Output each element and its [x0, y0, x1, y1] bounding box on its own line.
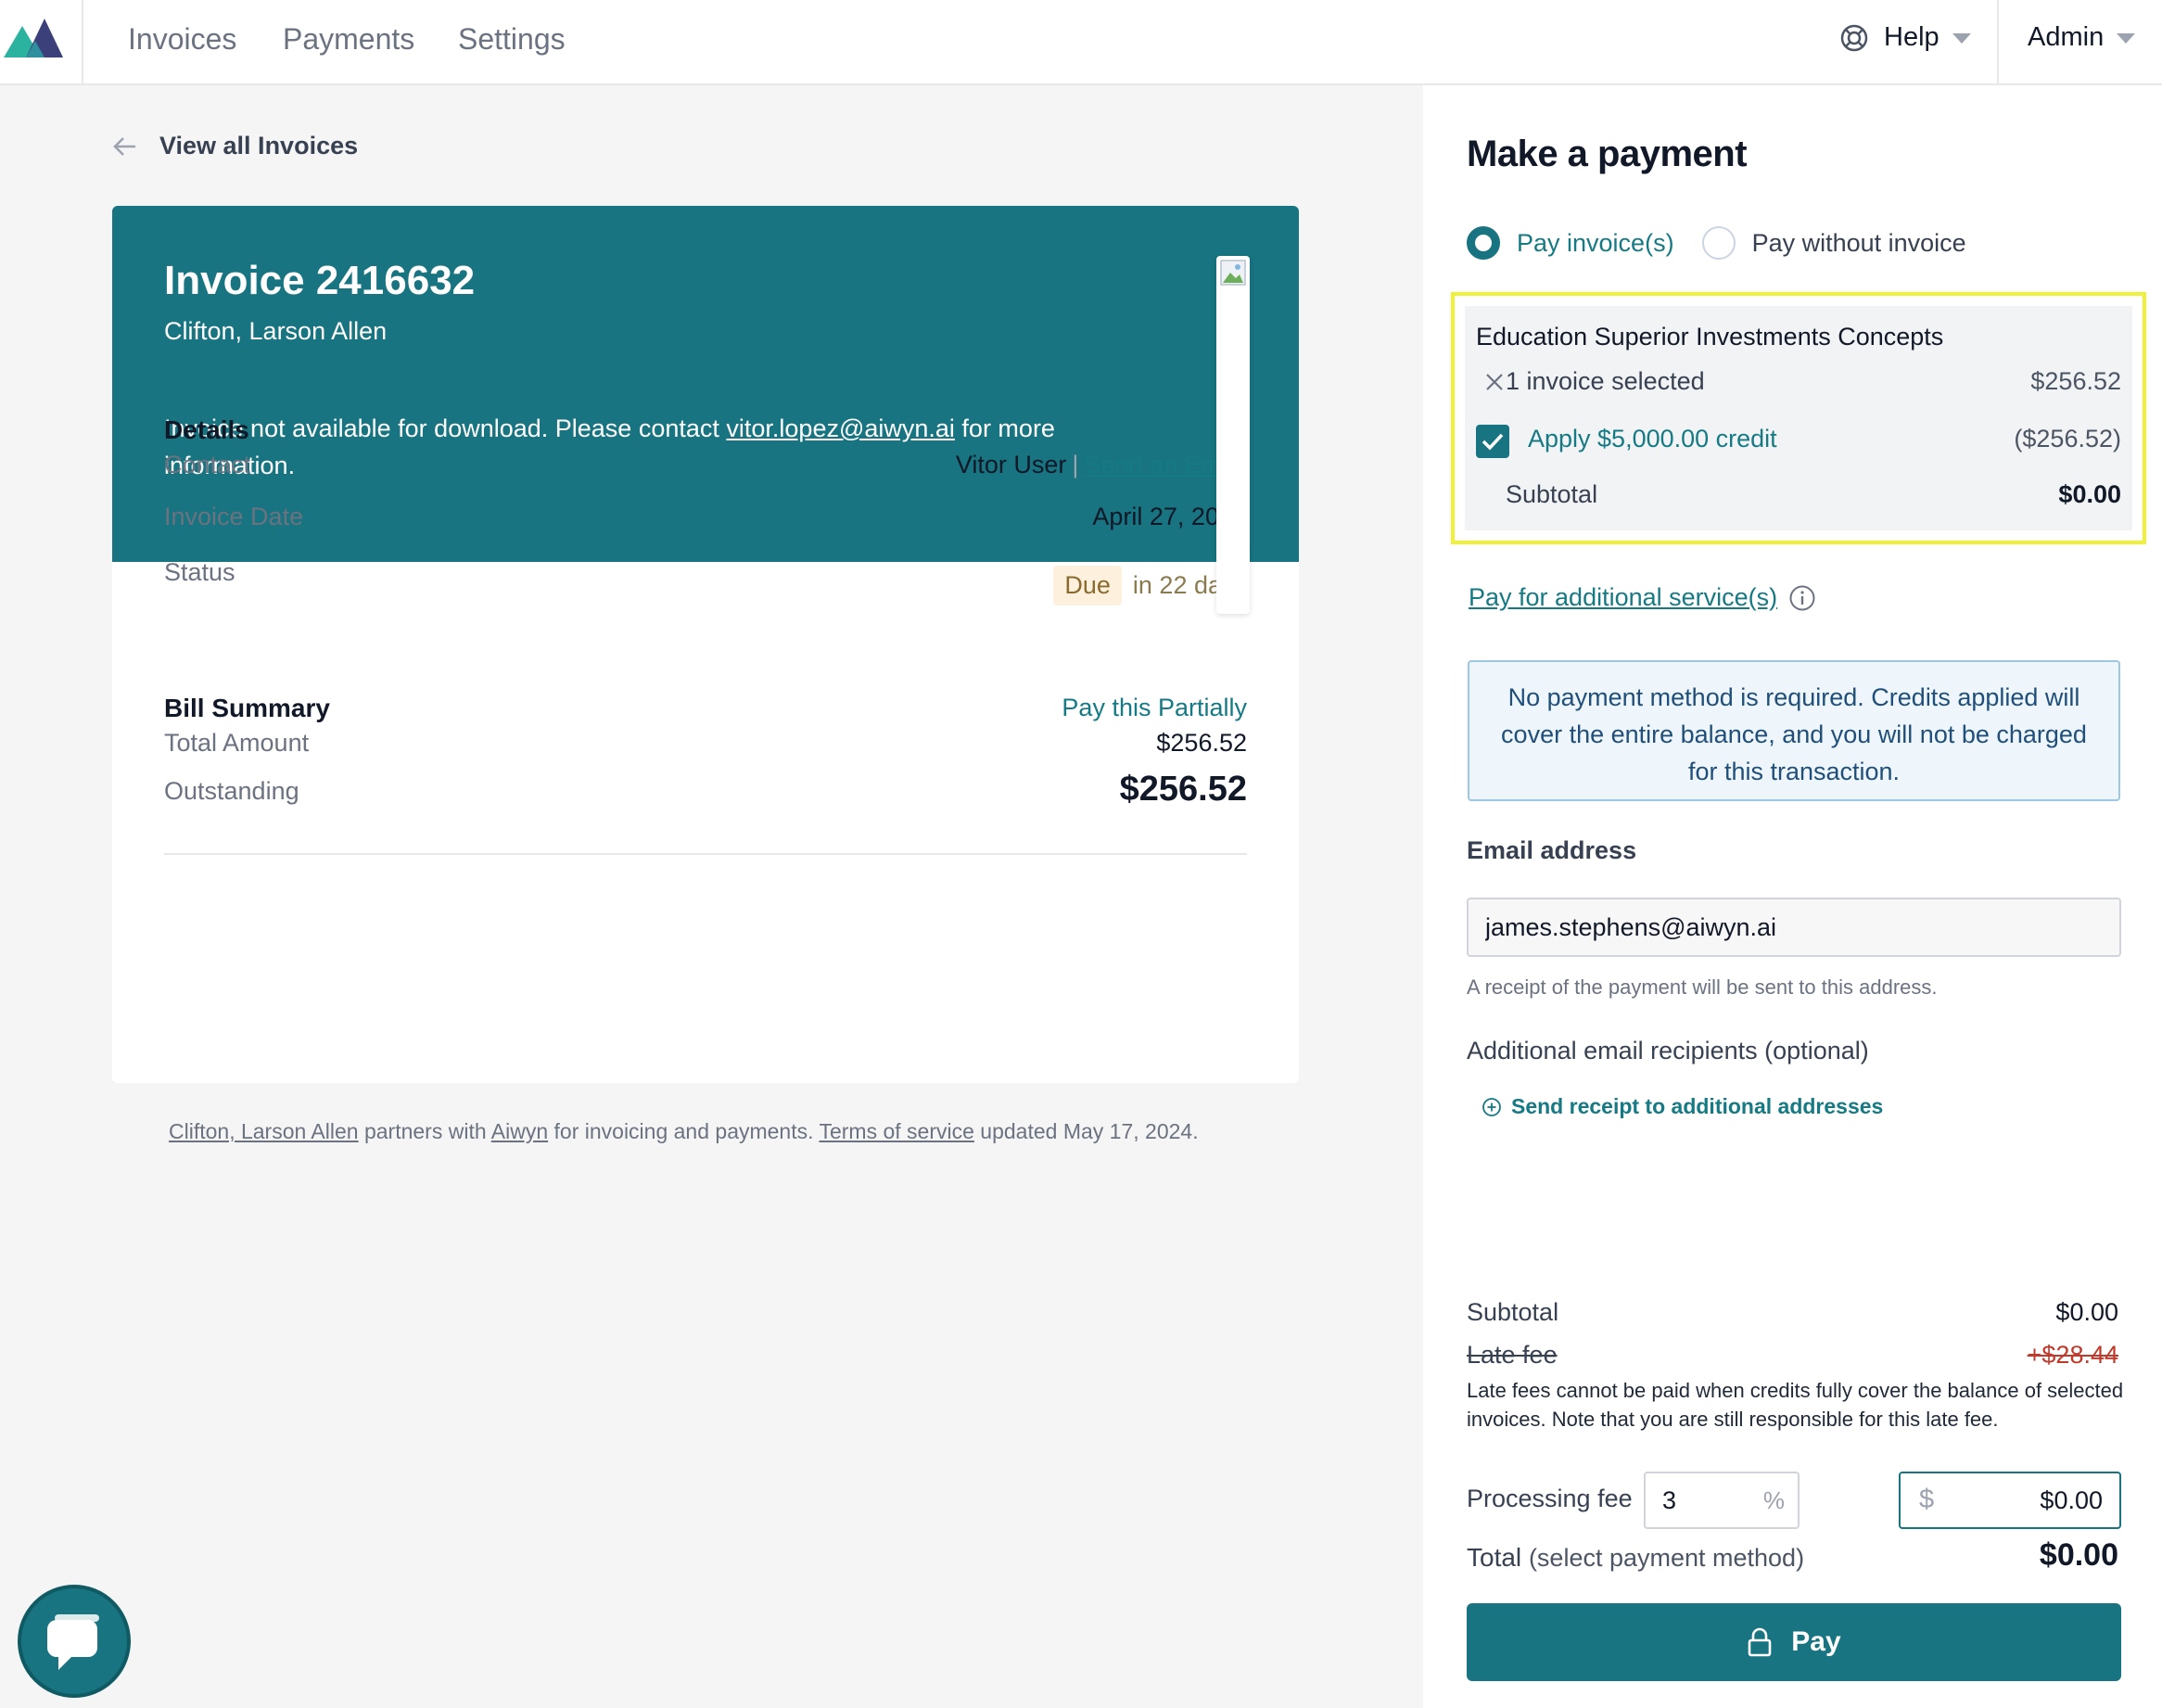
- box-subtotal-value: $0.00: [2058, 480, 2121, 508]
- summary-subtotal-label: Subtotal: [1467, 1298, 1559, 1326]
- total-label: Total (select payment method): [1467, 1543, 1804, 1573]
- firm-link[interactable]: Clifton, Larson Allen: [169, 1119, 359, 1143]
- email-input[interactable]: [1467, 898, 2121, 957]
- footer-text: partners with: [358, 1119, 491, 1143]
- help-label: Help: [1884, 22, 1939, 52]
- status-badge: Due: [1053, 566, 1122, 605]
- apply-credit-checkbox[interactable]: [1476, 425, 1509, 458]
- bill-summary-heading: Bill Summary: [164, 694, 330, 722]
- logo[interactable]: [0, 0, 83, 85]
- apply-credit-label[interactable]: Apply $5,000.00 credit: [1528, 425, 1777, 453]
- contact-value: Vitor User | Send an Email: [956, 451, 1247, 479]
- pay-button[interactable]: Pay: [1467, 1603, 2121, 1681]
- outstanding-label: Outstanding: [164, 777, 299, 805]
- broken-image-icon: [1220, 260, 1246, 286]
- nav-divider: [1997, 0, 1999, 85]
- info-icon[interactable]: [1788, 584, 1816, 612]
- late-fee-value: +$28.44: [2027, 1341, 2118, 1369]
- processing-percent-input[interactable]: 3 %: [1644, 1472, 1800, 1529]
- admin-label: Admin: [2028, 22, 2105, 52]
- checkmark-icon: [1482, 433, 1504, 451]
- footer-text: updated May 17, 2024.: [973, 1119, 1199, 1143]
- invoice-client: Clifton, Larson Allen: [164, 317, 388, 345]
- total-value: $0.00: [2039, 1537, 2118, 1573]
- pay-invoices-label[interactable]: Pay invoice(s): [1517, 229, 1674, 258]
- additional-services-link[interactable]: Pay for additional service(s): [1469, 583, 1816, 612]
- additional-services-label: Pay for additional service(s): [1469, 583, 1778, 611]
- additional-recipients-label: Additional email recipients (optional): [1467, 1037, 1869, 1064]
- box-subtotal-label: Subtotal: [1506, 480, 1598, 508]
- no-payment-required-notice: No payment method is required. Credits a…: [1468, 660, 2120, 801]
- total-amount-label: Total Amount: [164, 729, 310, 757]
- pay-invoices-radio[interactable]: [1467, 226, 1500, 260]
- total-amount-value: $256.52: [1156, 729, 1247, 757]
- payment-panel: Make a payment Pay invoice(s) Pay withou…: [1423, 85, 2162, 1708]
- lifebuoy-icon: [1840, 24, 1868, 51]
- details-heading: Details: [164, 415, 249, 444]
- company-name: Education Superior Investments Concepts: [1476, 323, 1944, 351]
- total-hint: (select payment method): [1528, 1544, 1805, 1572]
- selection-highlight: Education Superior Investments Concepts …: [1451, 292, 2146, 544]
- contact-email-link[interactable]: vitor.lopez@aiwyn.ai: [726, 414, 955, 442]
- contact-label: Contact: [164, 451, 251, 478]
- late-fee-note: Late fees cannot be paid when credits fu…: [1467, 1379, 2124, 1431]
- pay-without-invoice-label[interactable]: Pay without invoice: [1752, 229, 1966, 258]
- percent-icon: %: [1762, 1486, 1785, 1514]
- lock-icon: [1748, 1627, 1772, 1657]
- chevron-down-icon: [1952, 33, 1971, 44]
- invoices-selected-amount: $256.52: [2030, 367, 2121, 395]
- processing-amount-input[interactable]: $ $0.00: [1899, 1472, 2121, 1529]
- processing-amount-value: $0.00: [2040, 1486, 2103, 1514]
- contact-separator: |: [1072, 451, 1079, 478]
- chat-bubble-icon: [47, 1614, 99, 1670]
- nav-payments[interactable]: Payments: [283, 22, 414, 57]
- invoice-card: Invoice 2416632 Clifton, Larson Allen In…: [112, 206, 1299, 1083]
- pay-partially-link[interactable]: Pay this Partially: [1062, 694, 1247, 722]
- arrow-left-icon: [113, 136, 135, 156]
- top-nav: Invoices Payments Settings Help Admin: [0, 0, 2162, 85]
- processing-fee-label: Processing fee: [1467, 1485, 1633, 1512]
- processing-percent-value: 3: [1662, 1486, 1677, 1514]
- invoice-selection-box: Education Superior Investments Concepts …: [1465, 306, 2132, 530]
- send-receipt-label: Send receipt to additional addresses: [1511, 1094, 1884, 1118]
- contact-name: Vitor User: [955, 451, 1067, 478]
- nav-invoices[interactable]: Invoices: [128, 22, 236, 57]
- help-menu[interactable]: Help: [1839, 22, 1971, 53]
- payment-mode-radio-group: Pay invoice(s) Pay without invoice: [1467, 226, 1966, 260]
- email-label: Email address: [1467, 836, 1637, 864]
- summary-subtotal-value: $0.00: [2055, 1298, 2118, 1326]
- logo-icon: [4, 19, 63, 57]
- receipt-hint: A receipt of the payment will be sent to…: [1467, 975, 1938, 999]
- aiwyn-link[interactable]: Aiwyn: [491, 1119, 548, 1143]
- pay-without-invoice-radio[interactable]: [1701, 226, 1736, 260]
- invoice-title: Invoice 2416632: [164, 258, 476, 303]
- make-payment-title: Make a payment: [1467, 134, 1748, 174]
- nav-settings[interactable]: Settings: [458, 22, 566, 57]
- late-fee-label: Late fee: [1467, 1341, 1558, 1369]
- credit-amount: ($256.52): [2014, 425, 2121, 452]
- chevron-down-icon: [2117, 33, 2136, 44]
- footer-text: for invoicing and payments.: [548, 1119, 820, 1143]
- invoice-thumbnail[interactable]: [1216, 256, 1250, 614]
- admin-menu[interactable]: Admin: [2028, 22, 2136, 53]
- invoice-date-label: Invoice Date: [164, 503, 304, 530]
- chat-launcher-button[interactable]: [18, 1585, 131, 1698]
- send-receipt-button[interactable]: Send receipt to additional addresses: [1482, 1094, 1883, 1119]
- back-to-invoices-link[interactable]: View all Invoices: [113, 132, 358, 160]
- plus-circle-icon: [1482, 1097, 1501, 1116]
- section-divider: [164, 853, 1247, 855]
- status-label: Status: [164, 558, 235, 586]
- total-label-text: Total: [1467, 1543, 1522, 1572]
- back-link-label: View all Invoices: [159, 132, 359, 159]
- invoices-selected-label: 1 invoice selected: [1506, 367, 1705, 395]
- pay-button-label: Pay: [1791, 1626, 1841, 1657]
- terms-of-service-link[interactable]: Terms of service: [819, 1119, 973, 1143]
- outstanding-value: $256.52: [1119, 770, 1247, 809]
- close-icon[interactable]: [1483, 371, 1506, 393]
- partner-footer: Clifton, Larson Allen partners with Aiwy…: [169, 1119, 1199, 1144]
- dollar-icon: $: [1919, 1485, 1935, 1514]
